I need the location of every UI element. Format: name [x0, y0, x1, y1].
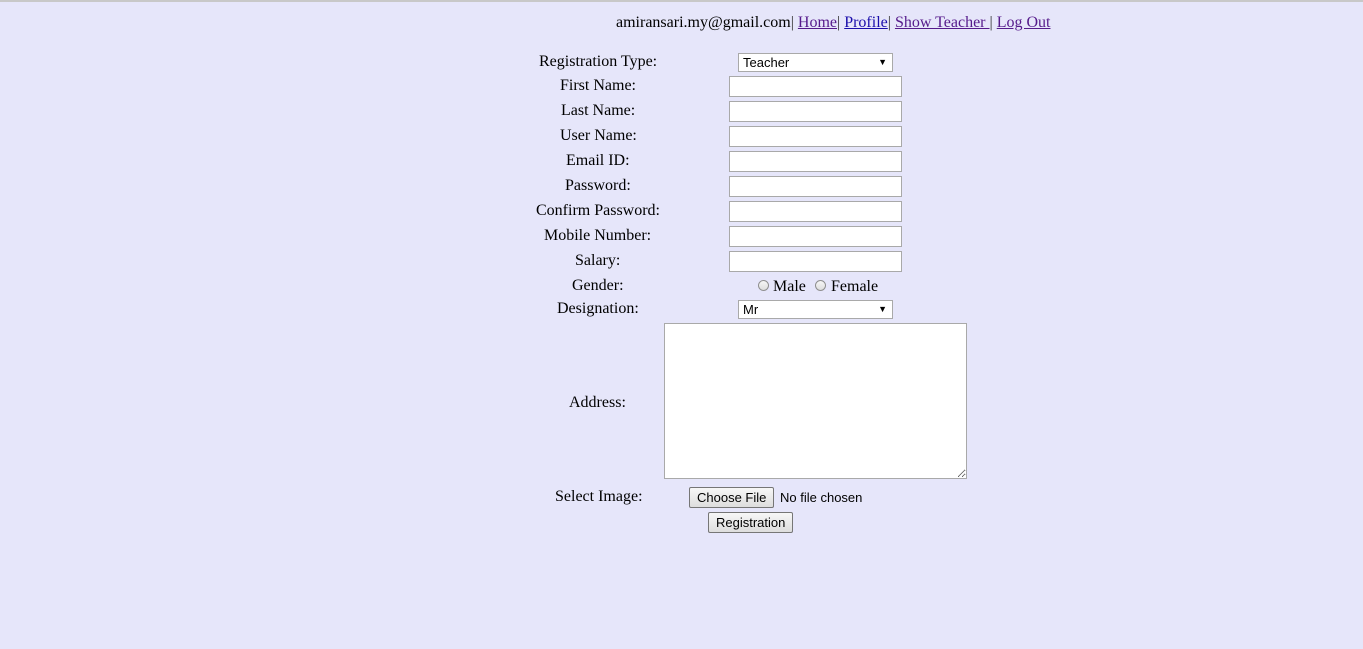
- address-textarea[interactable]: [664, 323, 967, 479]
- registration-type-label: Registration Type:: [539, 53, 658, 70]
- nav-separator: |: [837, 14, 841, 31]
- last-name-label: Last Name:: [561, 102, 636, 119]
- top-nav: amiransari.my@gmail.com| Home| Profile| …: [616, 14, 1051, 32]
- email-id-input[interactable]: [729, 151, 902, 172]
- mobile-number-input[interactable]: [729, 226, 902, 247]
- nav-profile-link[interactable]: Profile: [844, 14, 888, 31]
- registration-button[interactable]: Registration: [708, 512, 794, 533]
- gender-label: Gender:: [572, 277, 624, 294]
- chevron-down-icon: ▼: [878, 57, 887, 67]
- first-name-label: First Name:: [560, 77, 636, 94]
- first-name-input[interactable]: [729, 76, 902, 97]
- address-label: Address:: [569, 394, 626, 411]
- nav-separator: |: [989, 14, 993, 31]
- file-status-text: No file chosen: [780, 490, 863, 505]
- nav-home-link[interactable]: Home: [798, 14, 837, 31]
- salary-input[interactable]: [729, 251, 902, 272]
- password-input[interactable]: [729, 176, 902, 197]
- confirm-password-label: Confirm Password:: [536, 202, 660, 219]
- confirm-password-input[interactable]: [729, 201, 902, 222]
- user-name-input[interactable]: [729, 126, 902, 147]
- gender-female-radio[interactable]: [815, 280, 826, 291]
- nav-show-teacher-link[interactable]: Show Teacher: [895, 14, 990, 31]
- select-image-label: Select Image:: [555, 488, 643, 505]
- gender-male-label: Male: [773, 278, 806, 295]
- salary-label: Salary:: [575, 252, 621, 269]
- chevron-down-icon: ▼: [878, 304, 887, 314]
- designation-value: Mr: [743, 302, 759, 317]
- password-label: Password:: [565, 177, 631, 194]
- registration-type-select[interactable]: Teacher ▼: [738, 53, 893, 72]
- user-name-label: User Name:: [560, 127, 637, 144]
- nav-logout-link[interactable]: Log Out: [997, 14, 1051, 31]
- gender-male-radio[interactable]: [758, 280, 769, 291]
- gender-female-label: Female: [831, 278, 879, 295]
- last-name-input[interactable]: [729, 101, 902, 122]
- nav-separator: |: [887, 14, 891, 31]
- designation-select[interactable]: Mr ▼: [738, 300, 893, 319]
- user-email: amiransari.my@gmail.com: [616, 14, 791, 31]
- mobile-number-label: Mobile Number:: [544, 227, 652, 244]
- registration-type-value: Teacher: [743, 55, 790, 70]
- choose-file-button[interactable]: Choose File: [689, 487, 775, 508]
- designation-label: Designation:: [557, 300, 639, 317]
- nav-separator: |: [790, 14, 794, 31]
- email-id-label: Email ID:: [566, 152, 630, 169]
